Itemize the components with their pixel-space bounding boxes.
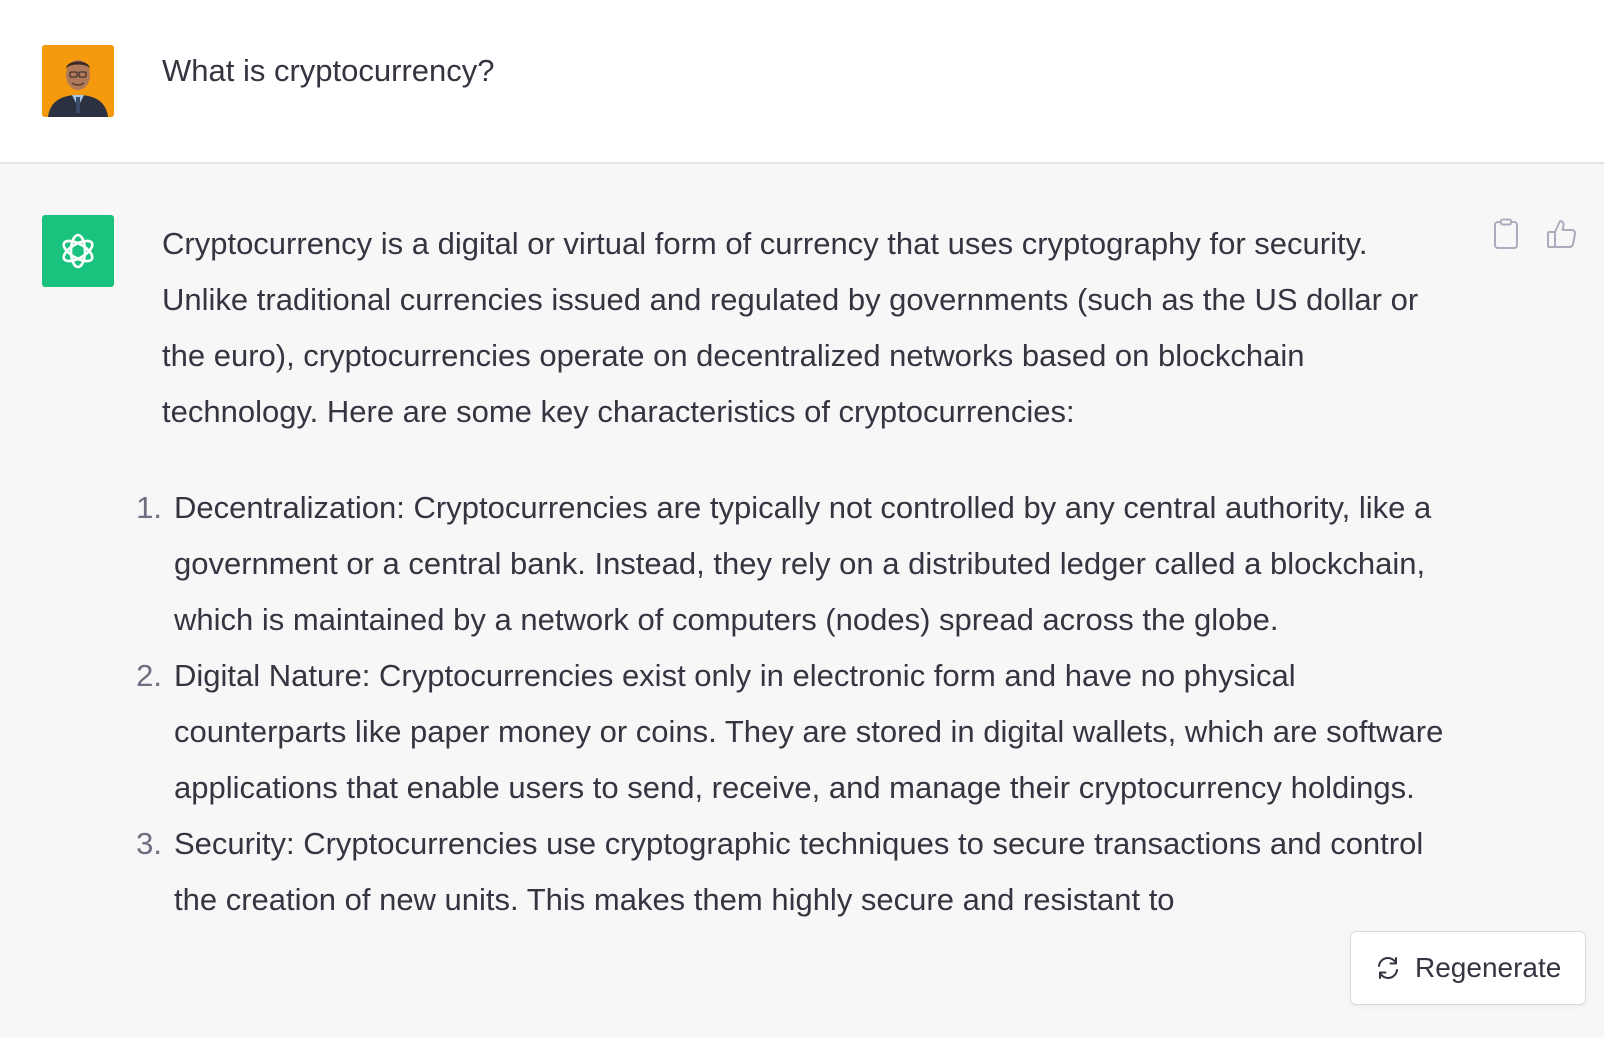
chat-page: What is cryptocurrency? Cryptocurrency i…	[0, 0, 1604, 1038]
user-avatar	[42, 45, 114, 117]
list-item-text: Security: Cryptocurrencies use cryptogra…	[174, 826, 1424, 917]
list-item: 2. Digital Nature: Cryptocurrencies exis…	[136, 648, 1462, 816]
user-message-text: What is cryptocurrency?	[162, 53, 495, 88]
user-photo-icon	[42, 45, 114, 117]
list-item-text: Decentralization: Cryptocurrencies are t…	[174, 490, 1432, 637]
assistant-avatar	[42, 215, 114, 287]
assistant-intro-paragraph: Cryptocurrency is a digital or virtual f…	[162, 226, 1419, 429]
list-item-number: 1.	[136, 490, 162, 525]
thumbs-up-icon	[1547, 220, 1577, 248]
list-item-text: Digital Nature: Cryptocurrencies exist o…	[174, 658, 1444, 805]
clipboard-icon	[1494, 218, 1518, 249]
characteristics-list: 1. Decentralization: Cryptocurrencies ar…	[136, 480, 1462, 928]
list-item-number: 2.	[136, 658, 162, 693]
list-item: 3. Security: Cryptocurrencies use crypto…	[136, 816, 1462, 928]
user-message-row: What is cryptocurrency?	[0, 0, 1604, 164]
regenerate-label: Regenerate	[1415, 952, 1562, 983]
list-item: 1. Decentralization: Cryptocurrencies ar…	[136, 480, 1462, 648]
list-item-number: 3.	[136, 826, 162, 861]
assistant-message-row: Cryptocurrency is a digital or virtual f…	[0, 164, 1604, 1038]
regenerate-button[interactable]: Regenerate	[1350, 931, 1586, 1005]
assistant-message: Cryptocurrency is a digital or virtual f…	[136, 216, 1462, 928]
message-actions	[1490, 218, 1578, 250]
refresh-icon	[1378, 957, 1398, 979]
copy-button[interactable]	[1490, 218, 1522, 250]
thumbs-up-button[interactable]	[1546, 218, 1578, 250]
openai-logo-icon	[62, 233, 94, 269]
